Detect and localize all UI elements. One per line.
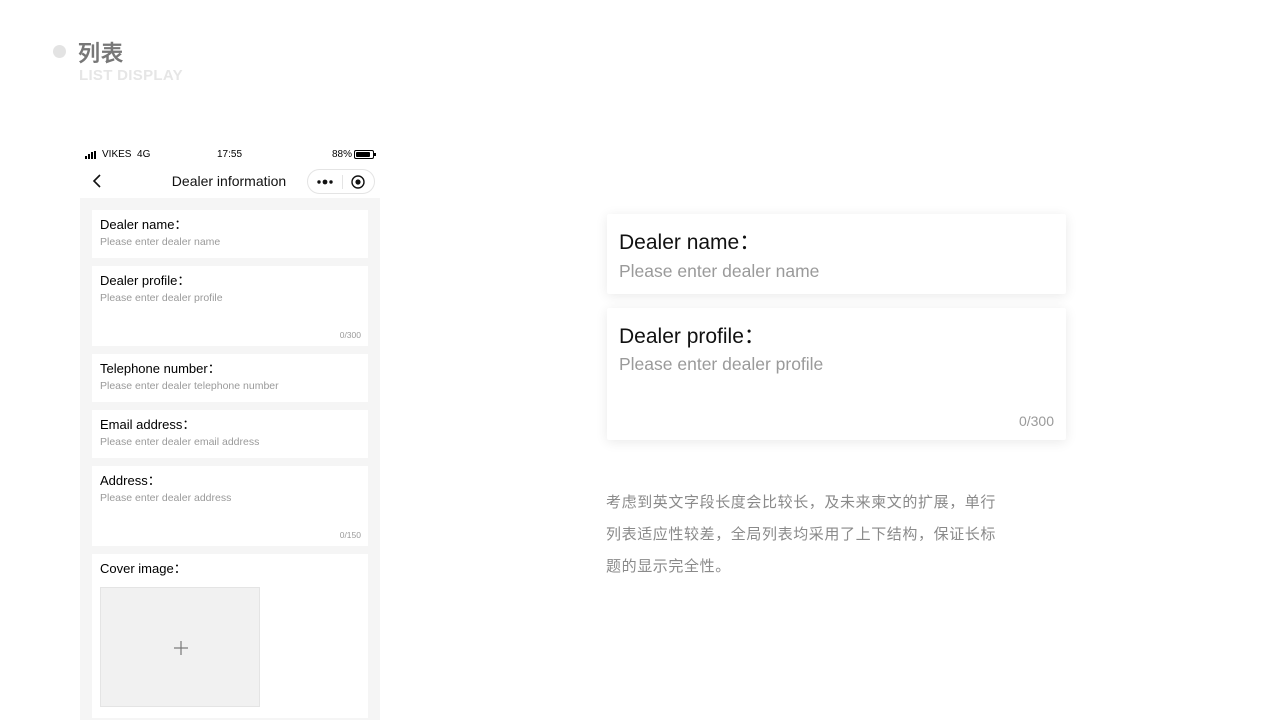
field-label: Dealer name： xyxy=(100,217,188,232)
char-counter: 0/300 xyxy=(339,330,361,340)
dealer-profile-preview-card[interactable]: Dealer profile： Please enter dealer prof… xyxy=(607,308,1066,440)
capsule-divider xyxy=(342,175,343,189)
address-field[interactable]: Address： Please enter dealer address 0/1… xyxy=(92,466,368,546)
section-subtitle: LIST DISPLAY xyxy=(79,67,183,84)
plus-icon xyxy=(174,641,188,655)
nav-bar: Dealer information xyxy=(80,166,380,198)
char-counter: 0/150 xyxy=(339,530,361,540)
carrier-label: VIKES 4G xyxy=(102,149,151,160)
dealer-profile-textarea[interactable]: Please enter dealer profile xyxy=(619,354,823,375)
telephone-input[interactable]: Please enter dealer telephone number xyxy=(100,381,360,392)
field-label: Cover image： xyxy=(100,561,187,576)
field-label: Dealer profile： xyxy=(619,325,765,348)
dealer-name-input[interactable]: Please enter dealer name xyxy=(619,261,819,282)
dealer-name-input[interactable]: Please enter dealer name xyxy=(100,237,360,248)
field-label: Dealer profile： xyxy=(100,273,191,288)
more-dots-icon[interactable] xyxy=(316,175,334,189)
address-textarea[interactable]: Please enter dealer address xyxy=(100,493,360,504)
mini-program-capsule xyxy=(307,169,375,194)
field-label: Email address： xyxy=(100,417,196,432)
field-label: Address： xyxy=(100,473,161,488)
battery-icon xyxy=(354,150,376,159)
design-description: 考虑到英文字段长度会比较长，及未来柬文的扩展，单行列表适应性较差，全局列表均采用… xyxy=(606,493,997,575)
section-title: 列表 xyxy=(78,42,125,67)
dealer-name-field[interactable]: Dealer name： Please enter dealer name xyxy=(92,210,368,258)
image-upload-button[interactable] xyxy=(100,587,260,707)
dealer-profile-textarea[interactable]: Please enter dealer profile xyxy=(100,293,360,304)
status-time: 17:55 xyxy=(217,149,243,160)
dealer-profile-field[interactable]: Dealer profile： Please enter dealer prof… xyxy=(92,266,368,346)
email-field[interactable]: Email address： Please enter dealer email… xyxy=(92,410,368,458)
telephone-field[interactable]: Telephone number： Please enter dealer te… xyxy=(92,354,368,402)
section-bullet-dot xyxy=(53,45,66,58)
battery-percent: 88% xyxy=(332,149,353,160)
field-label: Telephone number： xyxy=(100,361,221,376)
phone-mockup: VIKES 4G 17:55 88% Dealer information De… xyxy=(80,144,380,720)
dealer-name-preview-card[interactable]: Dealer name： Please enter dealer name xyxy=(607,214,1066,294)
char-counter: 0/300 xyxy=(1018,413,1054,429)
form-list: Dealer name： Please enter dealer name De… xyxy=(80,198,380,718)
close-target-icon[interactable] xyxy=(350,174,366,190)
email-input[interactable]: Please enter dealer email address xyxy=(100,437,360,448)
signal-icon xyxy=(85,151,99,159)
status-bar: VIKES 4G 17:55 88% xyxy=(80,144,380,166)
cover-image-field: Cover image： xyxy=(92,554,368,718)
field-label: Dealer name： xyxy=(619,231,761,254)
